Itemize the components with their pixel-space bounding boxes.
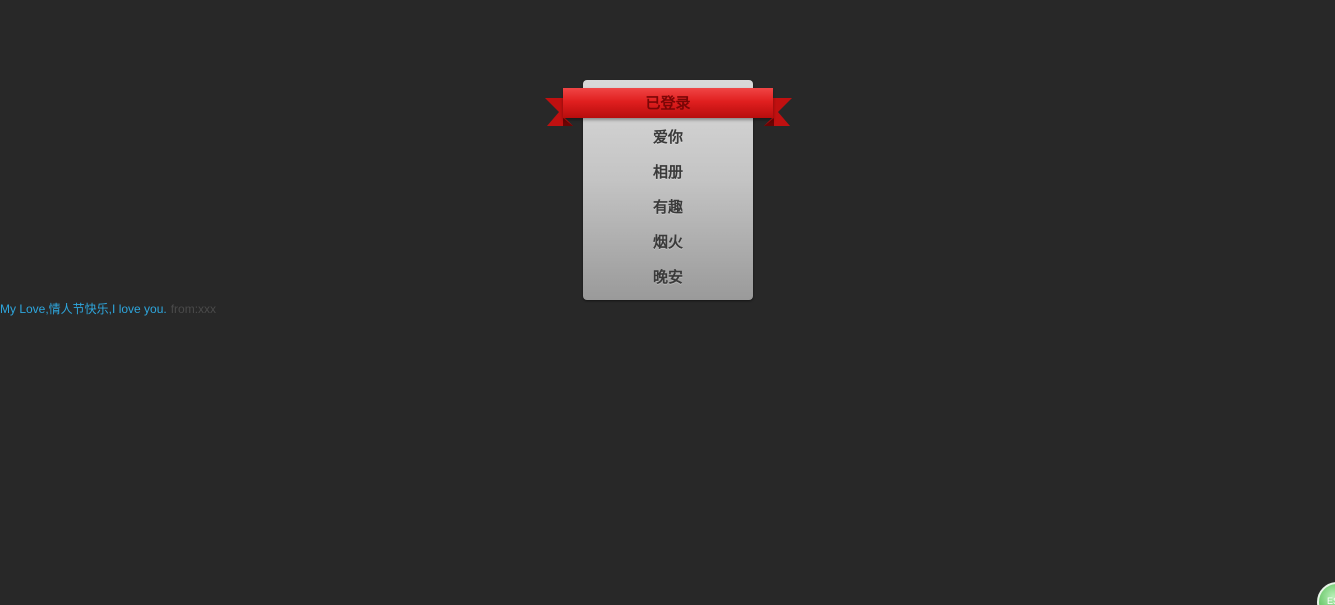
corner-floating-button[interactable]: ES [1317, 582, 1335, 605]
corner-button-label: ES [1327, 596, 1335, 605]
menu-item-fireworks[interactable]: 烟火 [583, 225, 753, 260]
menu-item-album[interactable]: 相册 [583, 155, 753, 190]
menu-item-fun[interactable]: 有趣 [583, 190, 753, 225]
page-stage: 爱你 相册 有趣 烟火 晚安 已登录 My Love,情人节快乐,I love … [0, 0, 1335, 605]
greeting-from: from:xxx [170, 302, 217, 316]
menu-item-goodnight[interactable]: 晚安 [583, 260, 753, 295]
active-ribbon: 已登录 [545, 88, 792, 128]
menu-item-logged-in[interactable]: 已登录 [563, 88, 773, 118]
greeting-caption: My Love,情人节快乐,I love you. from:xxx [0, 301, 216, 317]
greeting-message: My Love,情人节快乐,I love you. [0, 302, 167, 316]
